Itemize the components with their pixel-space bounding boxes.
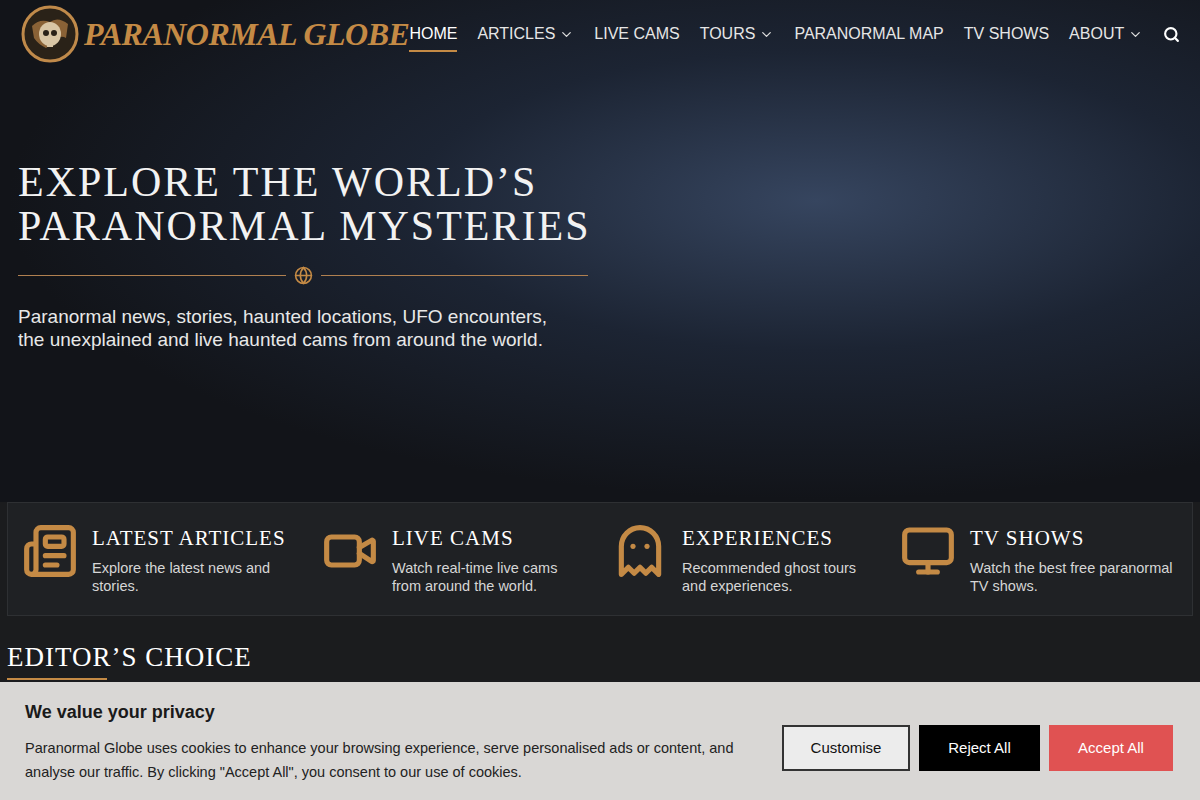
hero-subtitle: Paranormal news, stories, haunted locati… (18, 305, 578, 351)
logo-text: PARANORMAL GLOBE (84, 10, 409, 58)
feature-text: Watch real-time live cams from around th… (392, 559, 590, 595)
feature-text: Explore the latest news and stories. (92, 559, 300, 595)
page: PARANORMAL GLOBEHOME ARTICLES LIVE CAMS TOU… (0, 0, 1200, 800)
nav-item[interactable]: TV SHOWS (964, 16, 1049, 52)
feature-item[interactable]: TV SHOWS Watch the best free paranormal T… (886, 523, 1192, 595)
hero-content: EXPLORE THE WORLD’SPARANORMAL MYSTERIES P… (0, 68, 600, 351)
hero-divider (18, 266, 588, 285)
feature-title: EXPERIENCES (682, 523, 878, 555)
cookie-banner: We value your privacy Paranormal Globe us… (0, 682, 1200, 800)
section-underline (7, 678, 107, 680)
logo[interactable]: PARANORMAL GLOBE (20, 4, 409, 64)
feature-text: Watch the best free paranormal TV shows. (970, 559, 1184, 595)
feature-text: Recommended ghost tours and experiences. (682, 559, 878, 595)
hero: PARANORMAL GLOBEHOME ARTICLES LIVE CAMS TOU… (0, 0, 1200, 502)
header: PARANORMAL GLOBEHOME ARTICLES LIVE CAMS TOU… (0, 0, 1200, 68)
feature-item[interactable]: LIVE CAMS Watch real-time live cams from … (308, 523, 598, 595)
feature-item[interactable]: EXPERIENCES Recommended ghost tours and e… (598, 523, 886, 595)
newspaper-icon (22, 523, 78, 579)
feature-title: LATEST ARTICLES (92, 523, 300, 555)
feature-bar: LATEST ARTICLES Explore the latest news a… (7, 502, 1193, 616)
nav-item[interactable]: ABOUT (1069, 16, 1143, 52)
chevron-down-icon (759, 27, 774, 42)
feature-item[interactable]: LATEST ARTICLES Explore the latest news a… (8, 523, 308, 595)
editors-choice: EDITOR’S CHOICE (0, 616, 1200, 680)
skull-globe-icon (20, 4, 80, 64)
active-underline (409, 50, 457, 52)
search-icon[interactable] (1163, 26, 1180, 43)
chevron-down-icon (559, 27, 574, 42)
cookie-button[interactable]: Customise (782, 725, 910, 771)
nav-item[interactable]: TOURS (700, 16, 775, 52)
section-title: EDITOR’S CHOICE (7, 640, 1200, 674)
hero-title: EXPLORE THE WORLD’SPARANORMAL MYSTERIES (18, 160, 600, 248)
nav-item[interactable]: LIVE CAMS (594, 16, 679, 52)
feature-title: LIVE CAMS (392, 523, 590, 555)
ghost-icon (612, 523, 668, 579)
feature-title: TV SHOWS (970, 523, 1184, 555)
main-nav: HOME ARTICLES LIVE CAMS TOURS PARANORMAL MAP… (409, 16, 1180, 52)
nav-item[interactable]: PARANORMAL MAP (794, 16, 943, 52)
cookie-text: Paranormal Globe uses cookies to enhance… (25, 736, 765, 784)
cookie-title: We value your privacy (25, 699, 765, 726)
nav-item[interactable]: HOME (409, 16, 457, 52)
globe-icon (294, 266, 313, 285)
cookie-button[interactable]: Accept All (1049, 725, 1173, 771)
video-camera-icon (322, 523, 378, 579)
monitor-icon (900, 523, 956, 579)
cookie-button[interactable]: Reject All (919, 725, 1040, 771)
chevron-down-icon (1128, 27, 1143, 42)
nav-item[interactable]: ARTICLES (477, 16, 574, 52)
